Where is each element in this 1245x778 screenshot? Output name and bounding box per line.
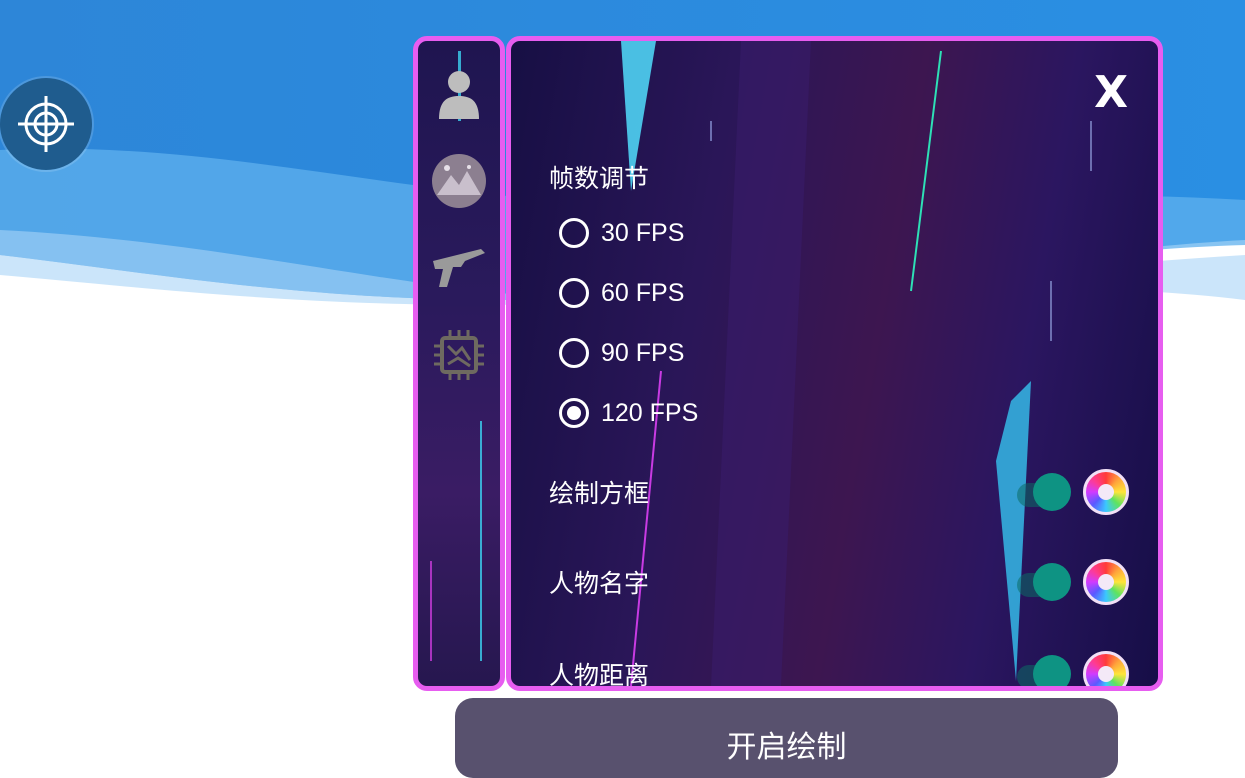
fps-section-title: 帧数调节: [549, 164, 650, 193]
toggle-row-player-distance: 人物距离: [549, 649, 1129, 690]
player-distance-switch[interactable]: [1017, 655, 1071, 686]
chip-icon: [434, 330, 484, 380]
radio-button[interactable]: [559, 218, 589, 248]
fps-option-90[interactable]: 90 FPS: [559, 338, 684, 368]
player-icon: [439, 71, 479, 119]
floating-crosshair-button[interactable]: [0, 78, 92, 170]
toggle-row-draw-box: 绘制方框: [549, 467, 1129, 517]
fps-option-label: 90 FPS: [601, 338, 685, 367]
start-drawing-button[interactable]: 开启绘制: [455, 698, 1118, 778]
close-button[interactable]: X: [1094, 71, 1128, 115]
crosshair-icon: [18, 96, 74, 152]
fps-option-label: 120 FPS: [601, 398, 699, 427]
toggle-label: 人物名字: [549, 569, 650, 598]
rifle-icon: [433, 249, 485, 287]
side-tab-chip[interactable]: [431, 327, 487, 383]
fps-option-label: 60 FPS: [601, 278, 685, 307]
draw-box-switch[interactable]: [1017, 473, 1071, 511]
fps-option-30[interactable]: 30 FPS: [559, 218, 684, 248]
toggle-label: 人物距离: [549, 661, 650, 690]
toggle-label: 绘制方框: [549, 479, 650, 508]
fps-option-120[interactable]: 120 FPS: [559, 398, 698, 428]
color-picker-icon[interactable]: [1083, 651, 1129, 686]
side-tab-strip: [413, 36, 505, 691]
color-picker-icon[interactable]: [1083, 469, 1129, 515]
side-tab-weapon[interactable]: [431, 241, 487, 297]
fps-option-label: 30 FPS: [601, 218, 685, 247]
radio-button-selected[interactable]: [559, 398, 589, 428]
radio-button[interactable]: [559, 338, 589, 368]
toggle-row-player-name: 人物名字: [549, 557, 1129, 607]
player-name-switch[interactable]: [1017, 563, 1071, 601]
side-tab-landscape[interactable]: [431, 153, 487, 209]
settings-panel: X 帧数调节 30 FPS 60 FPS 90 FPS 120 FPS 绘制方框…: [506, 36, 1163, 691]
side-tab-player[interactable]: [431, 67, 487, 123]
fps-option-60[interactable]: 60 FPS: [559, 278, 684, 308]
landscape-icon: [432, 154, 486, 208]
radio-button[interactable]: [559, 278, 589, 308]
color-picker-icon[interactable]: [1083, 559, 1129, 605]
